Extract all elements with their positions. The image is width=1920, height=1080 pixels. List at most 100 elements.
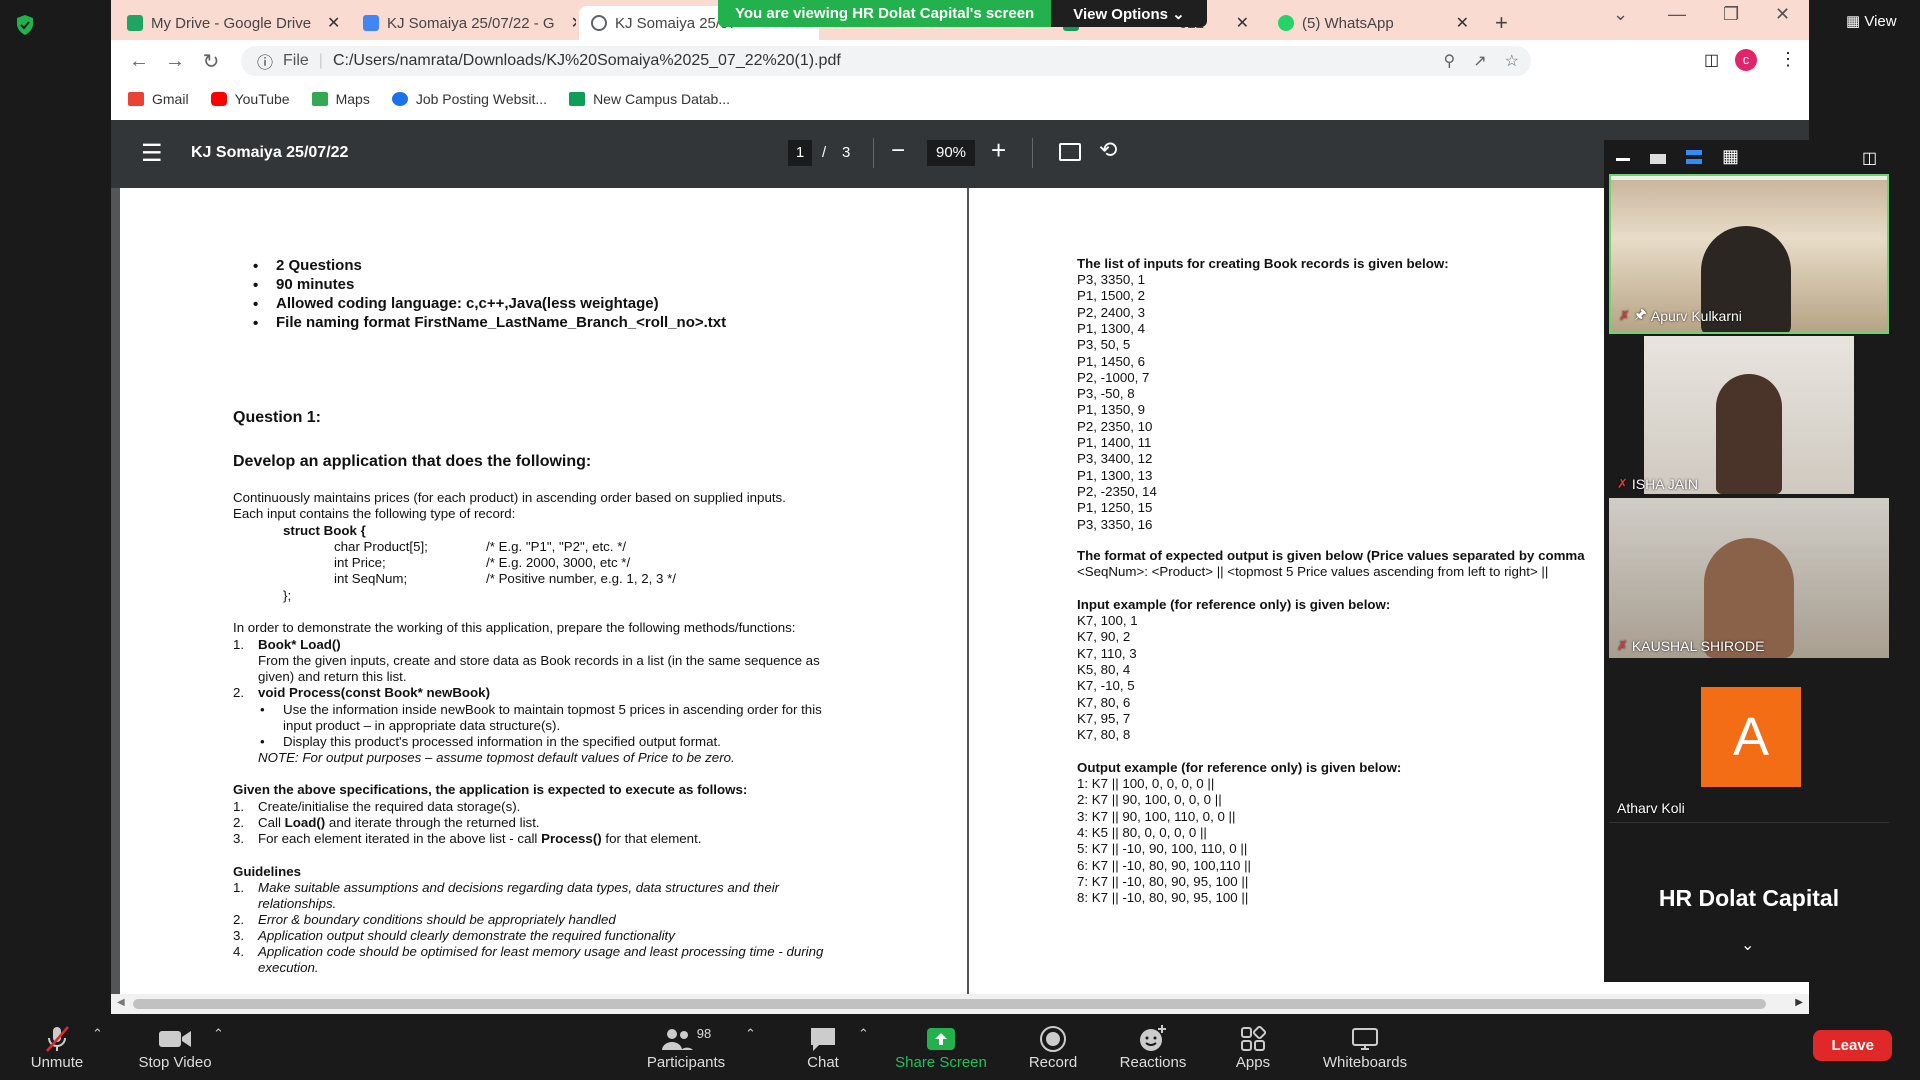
list-item: 5: K7 || -10, 90, 100, 110, 0 || (1077, 841, 1248, 857)
bookmark-youtube[interactable]: YouTube (210, 91, 290, 107)
view-options-button[interactable]: View Options ⌄ (1051, 0, 1207, 27)
tab-google-docs[interactable]: KJ Somaiya 25/07/22 - G✕ (351, 6, 576, 40)
list-item: P1, 1300, 4 (1077, 320, 1146, 336)
unmute-button[interactable]: Unmute (27, 1024, 87, 1071)
profile-avatar[interactable]: c (1735, 49, 1757, 71)
hamburger-menu-icon[interactable]: ☰ (141, 139, 163, 168)
whiteboards-button[interactable]: Whiteboards (1320, 1024, 1410, 1071)
list-item: P2, -2350, 14 (1077, 483, 1157, 499)
minimize-gallery-icon[interactable] (1616, 158, 1630, 161)
page-number-input[interactable]: 1 (788, 140, 812, 166)
close-window-icon[interactable]: ✕ (1775, 4, 1790, 25)
list-item: P1, 1250, 15 (1077, 500, 1153, 516)
horizontal-scrollbar[interactable]: ◀ ▶ (111, 994, 1809, 1014)
participant-tile[interactable]: HR Dolat Capital ⌄ (1609, 822, 1889, 980)
swap-view-icon[interactable]: ◫ (1862, 148, 1877, 168)
pdf-page-1: • 2 Questions • 90 minutes • Allowed coding… (120, 188, 967, 994)
list-item: 4: K5 || 80, 0, 0, 0, 0 || (1077, 824, 1207, 840)
reactions-button[interactable]: Reactions (1119, 1024, 1187, 1071)
new-tab-button[interactable]: + (1483, 6, 1523, 40)
meeting-controls: Unmute ⌃ Stop Video ⌃ 98 Participants ⌃ … (0, 1014, 1920, 1080)
side-panel-icon[interactable]: ◫ (1704, 50, 1719, 70)
participant-tile[interactable]: ✗ 🖈 Apurv Kulkarni (1609, 174, 1889, 334)
grid-icon: ▦ (1846, 13, 1861, 30)
tab-whatsapp[interactable]: (5) WhatsApp ✕ (1266, 6, 1481, 40)
pdf-toolbar: ☰ KJ Somaiya 25/07/22 1 / 3 − 90% + ⟲ (111, 120, 1809, 188)
zoom-in-icon[interactable]: + (991, 135, 1006, 166)
close-tab-icon[interactable]: ✕ (563, 13, 576, 33)
forward-icon[interactable]: → (157, 50, 193, 73)
stop-video-button[interactable]: Stop Video (133, 1024, 217, 1071)
bookmark-campus-db[interactable]: New Campus Datab... (569, 91, 730, 107)
reload-icon[interactable]: ↻ (193, 49, 229, 74)
bookmark-job-posting[interactable]: Job Posting Websit... (391, 91, 547, 107)
speaker-view-icon[interactable] (1650, 154, 1666, 164)
share-icon[interactable]: ↗ (1473, 51, 1486, 71)
chat-options-icon[interactable]: ⌃ (858, 1026, 869, 1042)
list-item: P2, -1000, 7 (1077, 369, 1150, 385)
list-item: 6: K7 || -10, 80, 90, 100,110 || (1077, 857, 1251, 873)
scrollbar-thumb[interactable] (133, 999, 1766, 1009)
participants-options-icon[interactable]: ⌃ (745, 1026, 756, 1042)
zoom-icon[interactable]: ⚲ (1444, 51, 1456, 71)
strip-view-icon[interactable] (1686, 150, 1702, 164)
list-item: 7: K7 || -10, 80, 90, 95, 100 || (1077, 873, 1249, 889)
mic-muted-icon: ✗ (1617, 476, 1628, 491)
pdf-viewer[interactable]: • 2 Questions • 90 minutes • Allowed coding… (111, 188, 1809, 994)
security-shield-icon[interactable] (15, 14, 35, 36)
participants-button[interactable]: 98 Participants (643, 1024, 729, 1072)
whiteboard-icon (1320, 1024, 1410, 1054)
zoom-out-icon[interactable]: − (891, 137, 905, 165)
scroll-left-icon[interactable]: ◀ (117, 997, 125, 1008)
google-docs-icon (363, 15, 379, 31)
participant-tile[interactable]: ✗ ISHA JAIN (1609, 336, 1889, 496)
list-item: 8: K7 || -10, 80, 90, 95, 100 || (1077, 890, 1249, 906)
tab-google-drive[interactable]: My Drive - Google Drive ✕ (115, 6, 345, 40)
close-tab-icon[interactable]: ✕ (1228, 13, 1249, 33)
audio-options-icon[interactable]: ⌃ (92, 1026, 103, 1042)
gallery-grid-icon[interactable]: ▦ (1722, 146, 1739, 167)
participant-name-large: HR Dolat Capital (1658, 885, 1840, 911)
leave-button[interactable]: Leave (1813, 1030, 1892, 1061)
star-icon[interactable]: ☆ (1505, 51, 1519, 71)
back-icon[interactable]: ← (121, 50, 157, 73)
list-item: K7, -10, 5 (1077, 678, 1135, 694)
close-tab-icon[interactable]: ✕ (1448, 13, 1469, 33)
minimize-icon[interactable]: — (1668, 4, 1686, 25)
scroll-down-icon[interactable]: ⌄ (1741, 935, 1754, 955)
zoom-meeting-window: ▦ View My Drive - Google Drive ✕ KJ Somai… (0, 0, 1920, 1080)
fit-page-icon[interactable] (1059, 143, 1081, 161)
page-total: 3 (842, 144, 851, 161)
zoom-input[interactable]: 90% (927, 140, 975, 166)
list-item: 3: K7 || 90, 100, 110, 0, 0 || (1077, 808, 1236, 824)
chat-button[interactable]: Chat (806, 1024, 840, 1071)
share-screen-button[interactable]: Share Screen (895, 1024, 987, 1071)
apps-button[interactable]: Apps (1233, 1024, 1273, 1071)
tab-search-icon[interactable]: ⌄ (1613, 4, 1628, 25)
participants-icon: 98 (643, 1024, 729, 1054)
maps-icon (311, 92, 328, 106)
list-item: 2: K7 || 90, 100, 0, 0, 0 || (1077, 792, 1222, 808)
bookmark-gmail[interactable]: Gmail (128, 91, 189, 107)
bookmark-maps[interactable]: Maps (311, 91, 370, 107)
emoji-plus-icon (1119, 1024, 1187, 1054)
scroll-right-icon[interactable]: ▶ (1795, 997, 1803, 1008)
rotate-icon[interactable]: ⟲ (1099, 137, 1117, 163)
participant-tile[interactable]: A Atharv Koli (1609, 660, 1889, 820)
record-button[interactable]: Record (1028, 1024, 1078, 1071)
question-title: Question 1: (233, 409, 322, 426)
list-item: P3, 3400, 12 (1077, 451, 1153, 467)
page-separator: / (822, 144, 827, 161)
whatsapp-icon (1278, 15, 1294, 31)
restore-icon[interactable]: ❐ (1723, 4, 1739, 25)
list-item: P1, 1450, 6 (1077, 353, 1146, 369)
menu-icon[interactable]: ⋮ (1779, 49, 1797, 70)
gallery-controls: ▦ ◫ (1604, 140, 1894, 174)
list-item: P1, 1300, 13 (1077, 467, 1153, 483)
participant-tile[interactable]: ✗ KAUSHAL SHIRODE (1609, 498, 1889, 658)
question-heading: Develop an application that does the fol… (233, 453, 592, 470)
url-input[interactable]: ⓘ File | C:/Users/namrata/Downloads/KJ%2… (241, 46, 1531, 76)
video-options-icon[interactable]: ⌃ (213, 1026, 224, 1042)
close-tab-icon[interactable]: ✕ (319, 13, 340, 33)
view-button[interactable]: ▦ View (1846, 12, 1897, 30)
